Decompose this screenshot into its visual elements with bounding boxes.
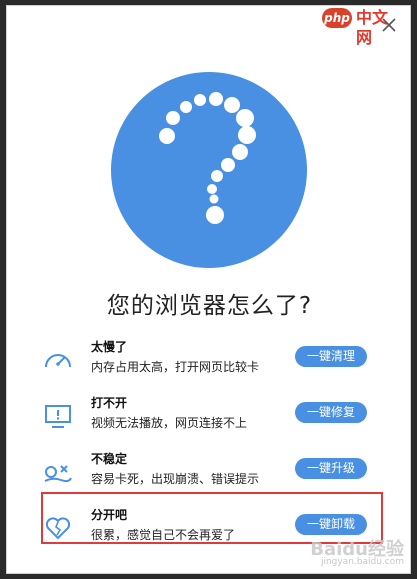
upgrade-button[interactable]: 一键升级 (295, 458, 367, 479)
baidu-url: jingyan.baidu.com (320, 557, 404, 567)
item-title: 太慢了 (91, 340, 128, 354)
item-title: 打不开 (91, 396, 128, 410)
unstable-icon (44, 465, 72, 483)
list-item-unstable: 不稳定 容易卡死，出现崩溃、错误提示 一键升级 (43, 450, 379, 494)
clean-button[interactable]: 一键清理 (295, 346, 367, 367)
speedometer-icon (45, 354, 71, 368)
list-item-cannot-open: 打不开 视频无法播放，网页连接不上 一键修复 (43, 394, 379, 438)
list-item-slow: 太慢了 内存占用太高，打开网页比较卡 一键清理 (43, 338, 379, 382)
browser-help-dialog: php 中文网 您的浏览器怎么了? 太慢了 内存占用太高，打开网页比较卡 一键清… (6, 5, 411, 574)
item-title: 不稳定 (91, 452, 128, 466)
item-description: 容易卡死，出现崩溃、错误提示 (91, 472, 260, 486)
page-title: 您的浏览器怎么了? (106, 293, 313, 319)
baidu-jingyan-watermark: Baidu经验 jingyan.baidu.com (294, 535, 404, 569)
question-mark-illustration (111, 72, 307, 268)
php-logo: php (322, 8, 352, 28)
monitor-alert-icon (45, 405, 71, 428)
item-description: 内存占用太高，打开网页比较卡 (91, 360, 260, 374)
close-icon[interactable] (380, 16, 398, 34)
screenshot-frame: php 中文网 您的浏览器怎么了? 太慢了 内存占用太高，打开网页比较卡 一键清… (0, 0, 417, 579)
item-description: 视频无法播放，网页连接不上 (91, 416, 248, 430)
repair-button[interactable]: 一键修复 (295, 402, 367, 423)
